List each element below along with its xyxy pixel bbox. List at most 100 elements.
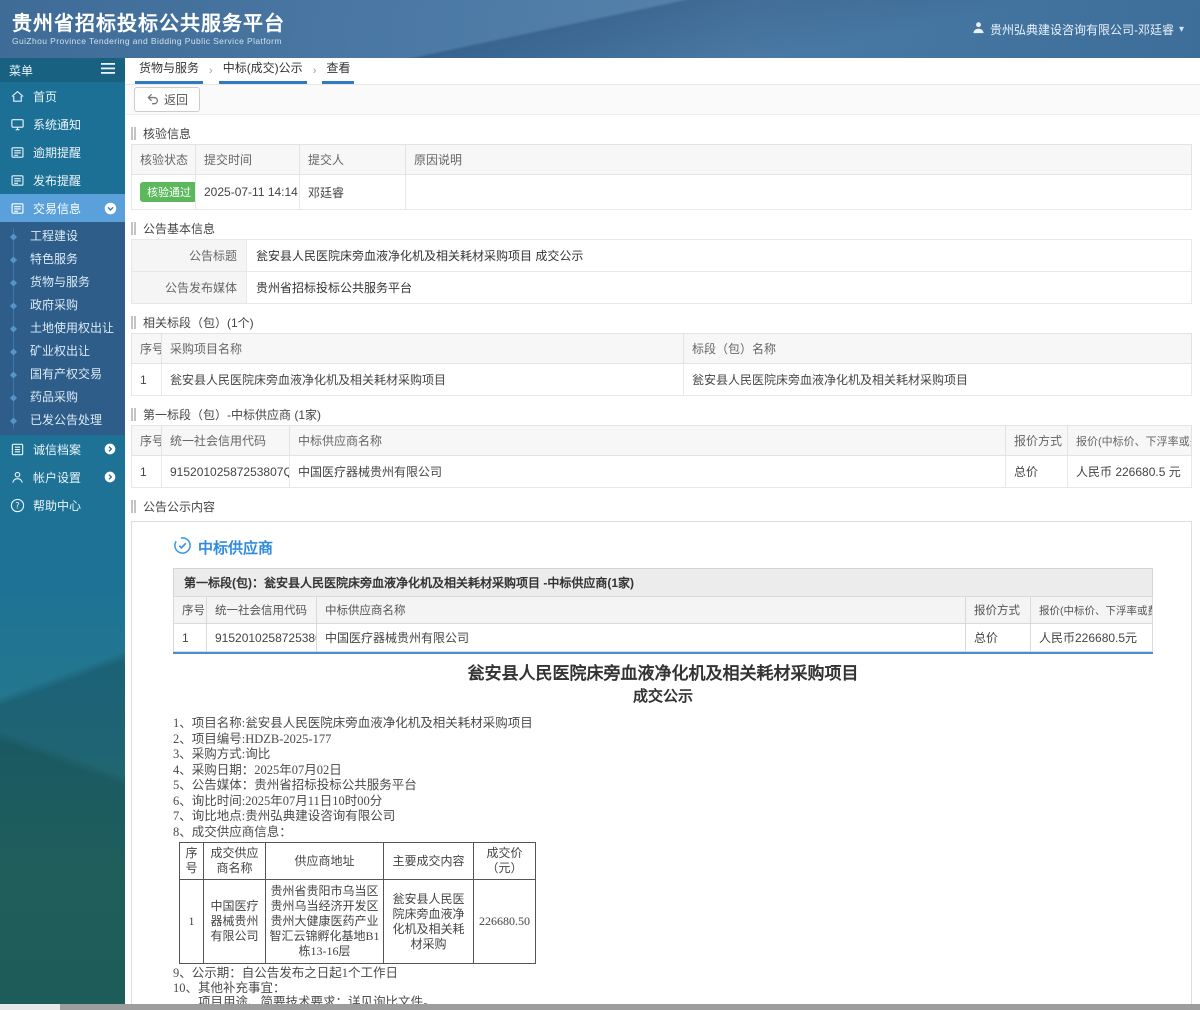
section-marker <box>131 407 136 421</box>
sidebar-item-label: 首页 <box>33 89 58 104</box>
section-marker <box>131 126 136 140</box>
home-icon <box>10 89 25 104</box>
section-marker <box>131 221 136 235</box>
status-badge: 核验通过 <box>140 182 195 202</box>
field-label: 公告标题 <box>131 239 247 272</box>
divider-line <box>173 652 1153 654</box>
submitter: 邓廷睿 <box>299 174 406 210</box>
brand: 贵州省招标投标公共服务平台 GuiZhou Province Tendering… <box>12 12 285 46</box>
breadcrumb-goods-services[interactable]: 货物与服务 <box>135 59 204 84</box>
sidebar-item-goods-services[interactable]: 货物与服务 <box>0 271 125 294</box>
document-body: 1、项目名称:瓮安县人民医院床旁血液净化机及相关耗材采购项目 2、项目编号:HD… <box>173 716 1171 1010</box>
chevron-circle-right-icon <box>104 443 117 456</box>
sidebar-item-help-center[interactable]: ? 帮助中心 <box>0 491 125 519</box>
sidebar-item-label: 帮助中心 <box>33 498 82 513</box>
sidebar: 菜单 首页 系统通知 逾期提醒 发布提醒 交易信息 工程建设 特色服务 货物与服… <box>0 58 125 1010</box>
section-announcement-content: 公告公示内容 中标供应商 第一标段(包)：瓮安县人民医院床旁血液净化机及相关耗材… <box>131 495 1192 1010</box>
field-label: 公告发布媒体 <box>131 271 247 304</box>
section-verification: 核验信息 核验状态 提交时间 提交人 原因说明 核验通过 2025-07-11 … <box>131 122 1192 210</box>
content-supplier-table: 序号 统一社会信用代码 中标供应商名称 报价方式 报价(中标价、下浮率或费率) … <box>173 596 1153 652</box>
document-card-icon <box>10 173 25 188</box>
horizontal-scrollbar[interactable] <box>0 1004 1200 1010</box>
sidebar-item-gov-procurement[interactable]: 政府采购 <box>0 294 125 317</box>
related-packages-table: 序号 采购项目名称 标段（包）名称 1 瓮安县人民医院床旁血液净化机及相关耗材采… <box>131 333 1192 396</box>
sidebar-item-land-rights[interactable]: 土地使用权出让 <box>0 317 125 340</box>
back-button[interactable]: 返回 <box>134 87 201 112</box>
sidebar-item-state-property[interactable]: 国有产权交易 <box>0 363 125 386</box>
sidebar-item-home[interactable]: 首页 <box>0 82 125 110</box>
verification-table: 核验状态 提交时间 提交人 原因说明 核验通过 2025-07-11 14:14… <box>131 144 1192 210</box>
deal-supplier-table: 序号 成交供应商名称 供应商地址 主要成交内容 成交价（元） 1 中国医疗器械贵… <box>179 842 536 964</box>
basic-info-table: 公告标题 瓮安县人民医院床旁血液净化机及相关耗材采购项目 成交公示 公告发布媒体… <box>131 239 1192 304</box>
sidebar-item-published-notices[interactable]: 已发公告处理 <box>0 409 125 432</box>
reason <box>405 174 1192 210</box>
sidebar-item-system-notice[interactable]: 系统通知 <box>0 110 125 138</box>
table-header-row: 序号 统一社会信用代码 中标供应商名称 报价方式 报价(中标价、下浮率或费率) <box>173 596 1153 624</box>
section-title: 相关标段（包）(1个) <box>131 311 1192 333</box>
circle-check-icon <box>173 536 192 558</box>
sidebar-item-engineering[interactable]: 工程建设 <box>0 225 125 248</box>
table-row: 公告发布媒体 贵州省招标投标公共服务平台 <box>131 271 1192 304</box>
toolbar: 返回 <box>125 85 1200 115</box>
sidebar-item-mining-rights[interactable]: 矿业权出让 <box>0 340 125 363</box>
sidebar-item-label: 交易信息 <box>33 201 82 216</box>
table-row: 1 瓮安县人民医院床旁血液净化机及相关耗材采购项目 瓮安县人民医院床旁血液净化机… <box>131 363 1192 396</box>
sidebar-item-special-services[interactable]: 特色服务 <box>0 248 125 271</box>
hamburger-icon[interactable] <box>101 63 115 77</box>
app-subtitle: GuiZhou Province Tendering and Bidding P… <box>12 36 282 46</box>
monitor-icon <box>10 117 25 132</box>
document-card-icon <box>10 201 25 216</box>
table-row: 1 中国医疗器械贵州有限公司 贵州省贵阳市乌当区贵州乌当经济开发区贵州大健康医药… <box>179 879 536 964</box>
section-title: 核验信息 <box>131 122 1192 144</box>
main-content: 货物与服务 › 中标(成交)公示 › 查看 返回 核验信息 核验状态 提交时间 … <box>125 58 1200 1010</box>
winning-supplier-table: 序号 统一社会信用代码 中标供应商名称 报价方式 报价(中标价、下浮率或费率) … <box>131 425 1192 488</box>
document-subtitle: 成交公示 <box>632 689 693 705</box>
breadcrumb-separator: › <box>209 65 213 77</box>
svg-text:?: ? <box>15 500 19 510</box>
publish-media: 贵州省招标投标公共服务平台 <box>246 271 1192 304</box>
table-row: 核验通过 2025-07-11 14:14 邓廷睿 <box>131 174 1192 210</box>
table-header-row: 序号 成交供应商名称 供应商地址 主要成交内容 成交价（元） <box>179 842 536 880</box>
section-basic-info: 公告基本信息 公告标题 瓮安县人民医院床旁血液净化机及相关耗材采购项目 成交公示… <box>131 217 1192 304</box>
question-circle-icon: ? <box>10 498 25 513</box>
table-header-row: 核验状态 提交时间 提交人 原因说明 <box>131 144 1192 175</box>
scrollbar-thumb[interactable] <box>60 1004 1200 1010</box>
sidebar-item-label: 系统通知 <box>33 117 82 132</box>
announcement-title: 瓮安县人民医院床旁血液净化机及相关耗材采购项目 成交公示 <box>246 239 1192 272</box>
app-header: 贵州省招标投标公共服务平台 GuiZhou Province Tendering… <box>0 0 1200 58</box>
breadcrumb-view[interactable]: 查看 <box>322 59 355 84</box>
sidebar-item-label: 发布提醒 <box>33 173 82 188</box>
list-card-icon <box>10 442 25 457</box>
supplier-heading: 中标供应商 <box>173 536 1171 558</box>
user-menu[interactable]: 贵州弘典建设咨询有限公司-邓廷睿 ▾ <box>972 21 1184 38</box>
supplier-block: 第一标段(包)：瓮安县人民医院床旁血液净化机及相关耗材采购项目 -中标供应商(1… <box>173 568 1153 654</box>
breadcrumb: 货物与服务 › 中标(成交)公示 › 查看 <box>125 58 1200 85</box>
section-winning-supplier: 第一标段（包）-中标供应商 (1家) 序号 统一社会信用代码 中标供应商名称 报… <box>131 403 1192 488</box>
document-title: 瓮安县人民医院床旁血液净化机及相关耗材采购项目 <box>467 664 859 683</box>
menu-label: 菜单 <box>9 63 34 78</box>
sidebar-item-integrity-archive[interactable]: 诚信档案 <box>0 435 125 463</box>
user-icon <box>972 21 985 37</box>
user-name: 贵州弘典建设咨询有限公司-邓廷睿 <box>989 22 1174 37</box>
sidebar-item-publish-reminder[interactable]: 发布提醒 <box>0 166 125 194</box>
section-title: 第一标段（包）-中标供应商 (1家) <box>131 403 1192 425</box>
sidebar-item-overdue-reminder[interactable]: 逾期提醒 <box>0 138 125 166</box>
sidebar-item-trade-info[interactable]: 交易信息 <box>0 194 125 222</box>
table-header-row: 序号 采购项目名称 标段（包）名称 <box>131 333 1192 364</box>
sidebar-item-label: 诚信档案 <box>33 442 82 457</box>
sidebar-item-account-settings[interactable]: 帐户设置 <box>0 463 125 491</box>
sidebar-item-drug-procurement[interactable]: 药品采购 <box>0 386 125 409</box>
table-header-row: 序号 统一社会信用代码 中标供应商名称 报价方式 报价(中标价、下浮率或费率) <box>131 425 1192 456</box>
section-title: 公告公示内容 <box>131 495 1192 517</box>
sidebar-menu-header: 菜单 <box>0 58 125 82</box>
section-title: 公告基本信息 <box>131 217 1192 239</box>
breadcrumb-award-notice[interactable]: 中标(成交)公示 <box>218 59 307 84</box>
announcement-document: 瓮安县人民医院床旁血液净化机及相关耗材采购项目 成交公示 1、项目名称:瓮安县人… <box>173 662 1171 1010</box>
app-title: 贵州省招标投标公共服务平台 <box>12 13 285 35</box>
section-marker <box>131 499 136 513</box>
sidebar-submenu-trade-info: 工程建设 特色服务 货物与服务 政府采购 土地使用权出让 矿业权出让 国有产权交… <box>0 222 125 435</box>
package-banner: 第一标段(包)：瓮安县人民医院床旁血液净化机及相关耗材采购项目 -中标供应商(1… <box>173 568 1153 596</box>
submit-time: 2025-07-11 14:14 <box>195 174 300 210</box>
person-icon <box>10 470 25 485</box>
section-marker <box>131 315 136 329</box>
